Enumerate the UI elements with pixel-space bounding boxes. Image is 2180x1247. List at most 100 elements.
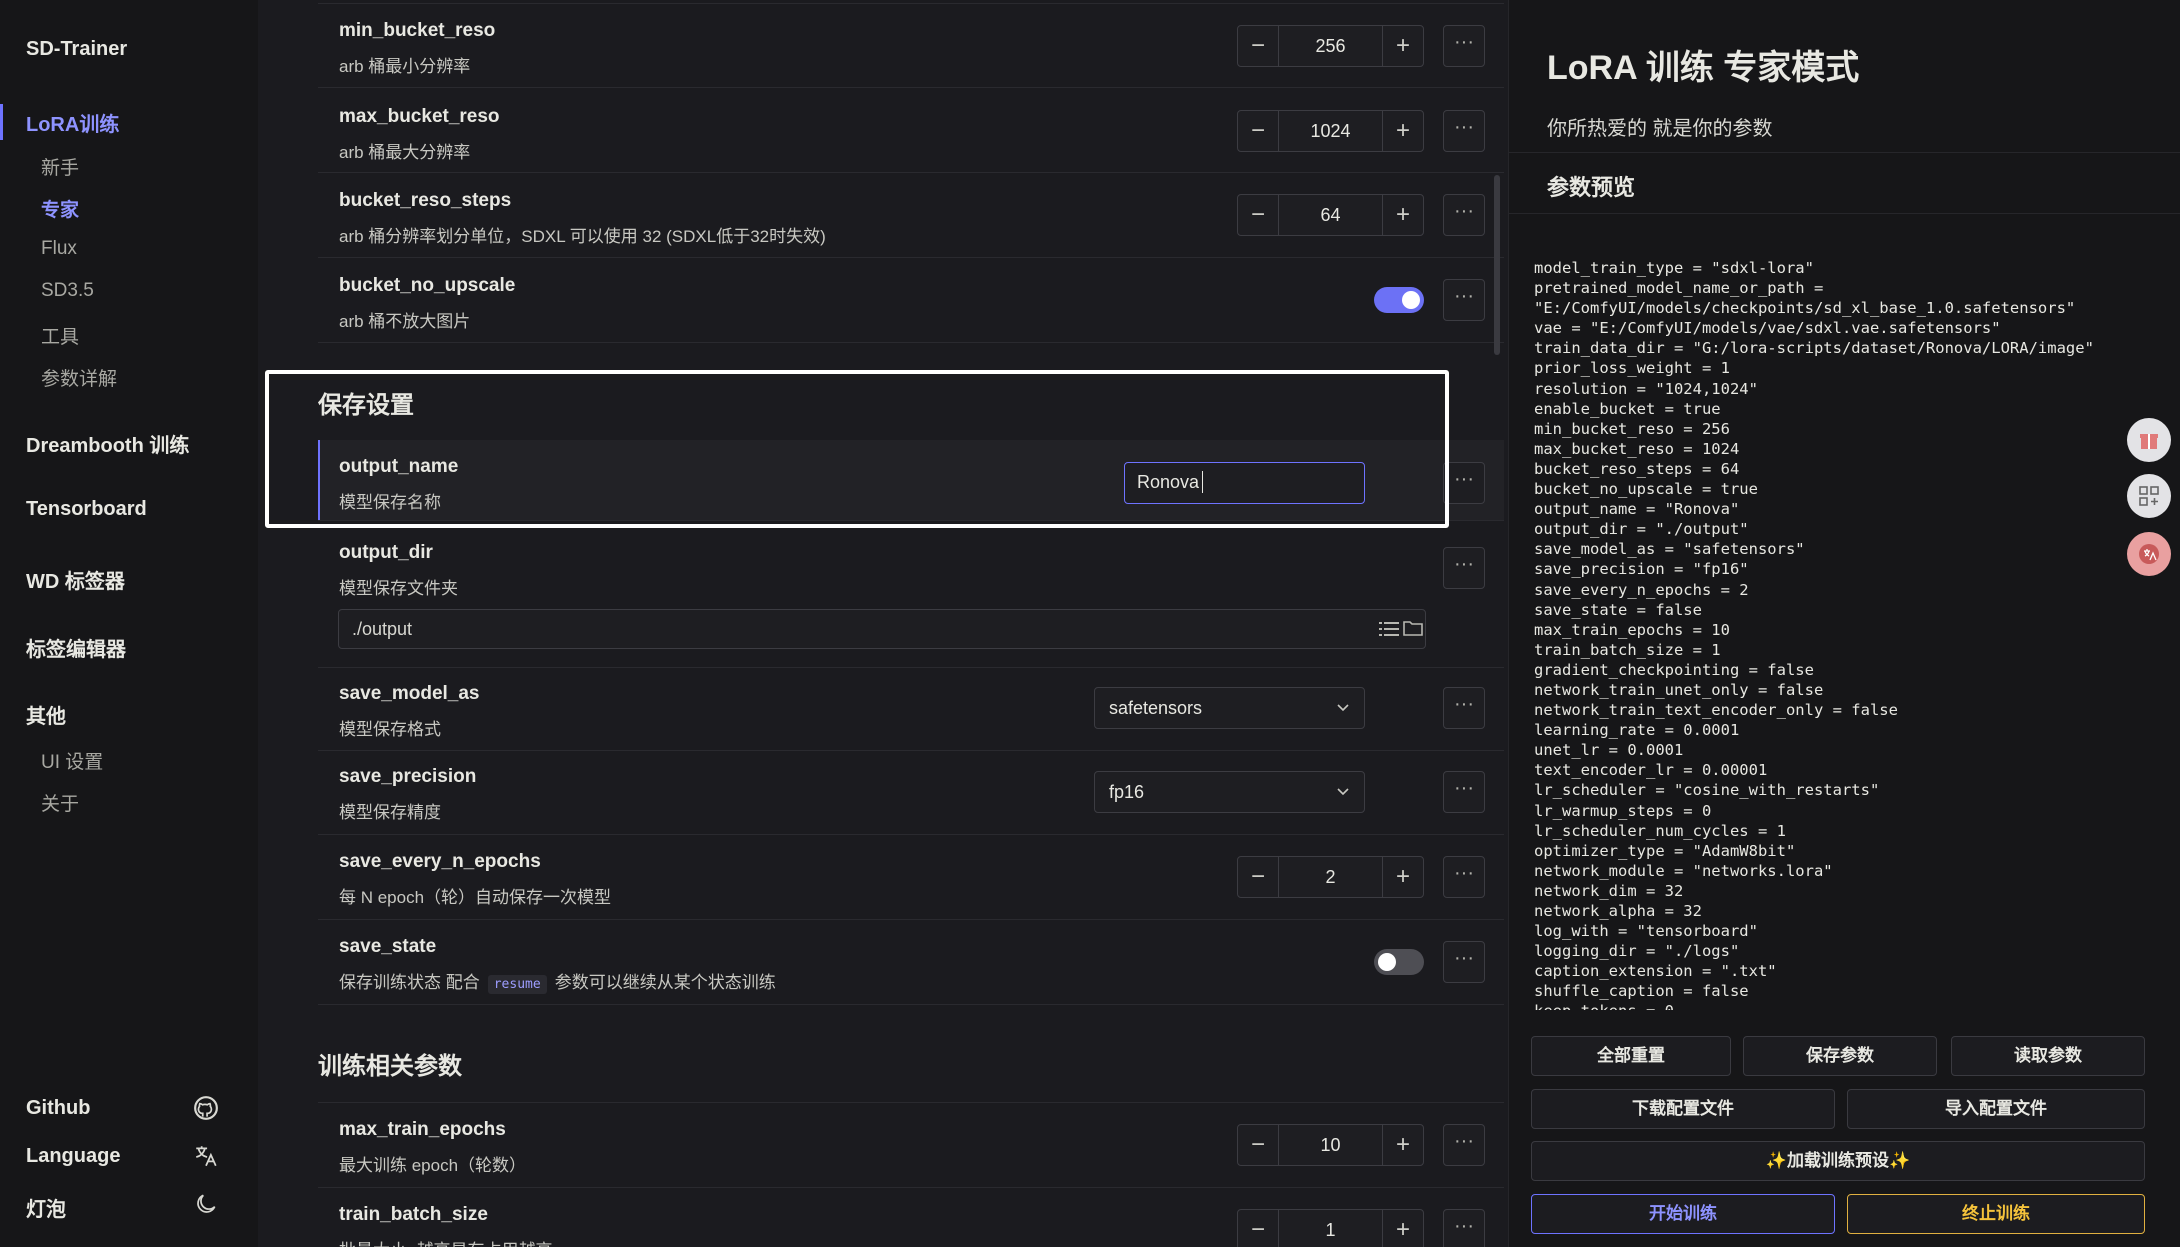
- save-params-button[interactable]: 保存参数: [1743, 1036, 1937, 1076]
- github-link[interactable]: Github: [26, 1097, 90, 1120]
- increment-button[interactable]: +: [1382, 195, 1423, 235]
- bucket-reso-steps-stepper[interactable]: − 64 +: [1237, 194, 1424, 236]
- max-bucket-reso-stepper[interactable]: − 1024 +: [1237, 110, 1424, 152]
- more-options-button[interactable]: ···: [1443, 462, 1485, 504]
- output-dir-input[interactable]: ./output: [338, 609, 1426, 649]
- stepper-value[interactable]: 64: [1279, 195, 1382, 235]
- nav-about[interactable]: 关于: [41, 789, 79, 816]
- decrement-button[interactable]: −: [1238, 1125, 1279, 1165]
- page-title: LoRA 训练 专家模式: [1547, 49, 1860, 87]
- toml-line: enable_bucket = true: [1534, 399, 1721, 418]
- more-options-button[interactable]: ···: [1443, 110, 1485, 152]
- increment-button[interactable]: +: [1382, 26, 1423, 66]
- stepper-value[interactable]: 256: [1279, 26, 1382, 66]
- max-train-epochs-stepper[interactable]: − 10 +: [1237, 1124, 1424, 1166]
- param-desc: arb 桶不放大图片: [339, 312, 471, 331]
- increment-button[interactable]: +: [1382, 1125, 1423, 1165]
- more-options-button[interactable]: ···: [1443, 1124, 1485, 1166]
- param-desc: 最大训练 epoch（轮数）: [339, 1156, 527, 1175]
- translate-icon[interactable]: [193, 1143, 219, 1169]
- more-options-button[interactable]: ···: [1443, 856, 1485, 898]
- toml-line: output_name = "Ronova": [1534, 500, 1740, 519]
- nav-ui-settings[interactable]: UI 设置: [41, 747, 103, 774]
- param-desc: 模型保存文件夹: [339, 579, 458, 598]
- toml-line: bucket_no_upscale = true: [1534, 480, 1758, 499]
- stepper-value[interactable]: 1024: [1279, 111, 1382, 151]
- save-model-as-select[interactable]: safetensors: [1094, 687, 1365, 729]
- import-config-button[interactable]: 导入配置文件: [1847, 1089, 2145, 1129]
- download-config-button[interactable]: 下载配置文件: [1531, 1089, 1835, 1129]
- github-icon[interactable]: [193, 1095, 219, 1121]
- gift-button[interactable]: [2127, 418, 2171, 462]
- bucket-no-upscale-toggle[interactable]: [1374, 287, 1424, 313]
- stepper-value[interactable]: 1: [1279, 1210, 1382, 1247]
- more-options-button[interactable]: ···: [1443, 547, 1485, 589]
- more-options-button[interactable]: ···: [1443, 194, 1485, 236]
- decrement-button[interactable]: −: [1238, 1210, 1279, 1247]
- nav-lora-beginner[interactable]: 新手: [41, 153, 79, 180]
- stepper-value[interactable]: 2: [1279, 857, 1382, 897]
- stop-training-button[interactable]: 终止训练: [1847, 1194, 2145, 1234]
- train-batch-size-stepper[interactable]: − 1 +: [1237, 1209, 1424, 1247]
- nav-dreambooth[interactable]: Dreambooth 训练: [26, 429, 189, 458]
- toml-line: bucket_reso_steps = 64: [1534, 459, 1740, 478]
- nav-lora-training[interactable]: LoRA训练: [26, 108, 119, 137]
- apps-button[interactable]: [2127, 474, 2171, 518]
- nav-wd-tagger[interactable]: WD 标签器: [26, 565, 125, 594]
- toml-line: lr_scheduler = "cosine_with_restarts": [1534, 781, 1880, 800]
- gift-icon: [2140, 434, 2158, 449]
- decrement-button[interactable]: −: [1238, 26, 1279, 66]
- translate-icon: [2139, 544, 2159, 564]
- nav-lora-tools[interactable]: 工具: [41, 322, 79, 349]
- language-switch[interactable]: Language: [26, 1145, 120, 1168]
- nav-lora-expert[interactable]: 专家: [41, 195, 79, 222]
- moon-icon[interactable]: [193, 1191, 219, 1217]
- toml-line: resolution = "1024,1024": [1534, 379, 1758, 398]
- increment-button[interactable]: +: [1382, 111, 1423, 151]
- save-every-n-epochs-stepper[interactable]: − 2 +: [1237, 856, 1424, 898]
- nav-lora-flux[interactable]: Flux: [41, 238, 77, 260]
- decrement-button[interactable]: −: [1238, 111, 1279, 151]
- list-icon[interactable]: [1379, 620, 1399, 638]
- folder-icon[interactable]: [1403, 619, 1423, 637]
- desc-text: 保存训练状态 配合: [339, 973, 480, 992]
- param-desc: 批量大小, 越高显存占用越高: [339, 1236, 552, 1247]
- main-form: min_bucket_reso arb 桶最小分辨率 − 256 + ··· m…: [258, 0, 1508, 1247]
- decrement-button[interactable]: −: [1238, 195, 1279, 235]
- chevron-down-icon: [1337, 788, 1349, 796]
- nav-tensorboard[interactable]: Tensorboard: [26, 498, 147, 521]
- param-row-max-train-epochs: max_train_epochs 最大训练 epoch（轮数） − 10 + ·…: [318, 1103, 1504, 1187]
- theme-toggle[interactable]: 灯泡: [26, 1193, 66, 1222]
- more-options-button[interactable]: ···: [1443, 687, 1485, 729]
- more-options-button[interactable]: ···: [1443, 941, 1485, 983]
- nav-other[interactable]: 其他: [26, 700, 66, 729]
- start-training-button[interactable]: 开始训练: [1531, 1194, 1835, 1234]
- desc-text: 参数可以继续从某个状态训练: [554, 973, 776, 992]
- toggle-knob: [1378, 953, 1396, 971]
- nav-lora-param-details[interactable]: 参数详解: [41, 364, 117, 391]
- param-desc: arb 桶最小分辨率: [339, 57, 471, 76]
- main-scrollbar[interactable]: [1494, 175, 1500, 355]
- load-params-button[interactable]: 读取参数: [1951, 1036, 2145, 1076]
- more-options-button[interactable]: ···: [1443, 1209, 1485, 1247]
- save-state-toggle[interactable]: [1374, 949, 1424, 975]
- reset-all-button[interactable]: 全部重置: [1531, 1036, 1731, 1076]
- increment-button[interactable]: +: [1382, 1210, 1423, 1247]
- output-dir-value: ./output: [352, 619, 413, 639]
- load-preset-button[interactable]: ✨加载训练预设✨: [1531, 1141, 2145, 1181]
- nav-tag-editor[interactable]: 标签编辑器: [26, 633, 126, 662]
- more-options-button[interactable]: ···: [1443, 771, 1485, 813]
- stepper-value[interactable]: 10: [1279, 1125, 1382, 1165]
- toggle-knob: [1402, 291, 1420, 309]
- decrement-button[interactable]: −: [1238, 857, 1279, 897]
- more-options-button[interactable]: ···: [1443, 25, 1485, 67]
- min-bucket-reso-stepper[interactable]: − 256 +: [1237, 25, 1424, 67]
- toml-line: keep_tokens = 0: [1534, 1001, 2134, 1010]
- more-options-button[interactable]: ···: [1443, 279, 1485, 321]
- save-precision-select[interactable]: fp16: [1094, 771, 1365, 813]
- toml-line: caption_extension = ".txt": [1534, 962, 1777, 981]
- toml-line: optimizer_type = "AdamW8bit": [1534, 841, 1796, 860]
- increment-button[interactable]: +: [1382, 857, 1423, 897]
- translate-button[interactable]: [2127, 532, 2171, 576]
- nav-lora-sd35[interactable]: SD3.5: [41, 280, 94, 302]
